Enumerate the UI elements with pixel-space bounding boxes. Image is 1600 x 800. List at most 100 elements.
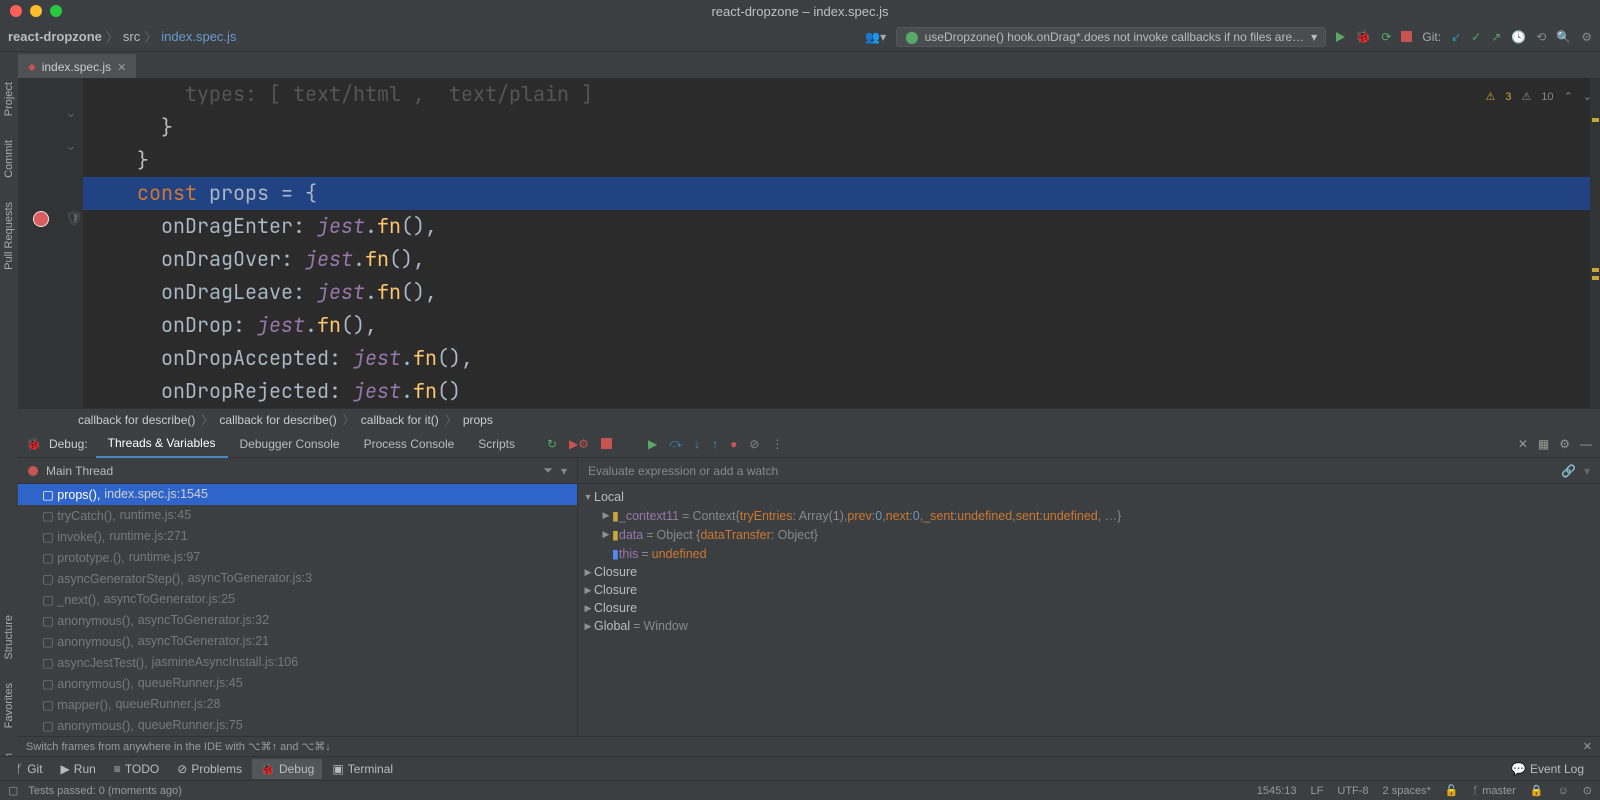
commit-tool[interactable]: Commit <box>3 140 15 178</box>
rerun-icon[interactable]: ↻ <box>547 437 557 451</box>
fold-icon[interactable]: ⌄ <box>65 137 77 154</box>
search-icon[interactable]: 🔍 <box>1556 30 1571 44</box>
variable-node[interactable]: ▶Closure <box>578 599 1600 617</box>
terminal-tool[interactable]: ▣ Terminal <box>324 759 401 779</box>
breadcrumb[interactable]: react-dropzone 〉 src 〉 index.spec.js <box>8 27 236 46</box>
zoom-window-icon[interactable] <box>50 5 62 17</box>
tool-window-icon[interactable]: ▢ <box>8 784 18 797</box>
filter-icon[interactable]: ⏷ <box>543 463 553 478</box>
lock-icon[interactable]: 🔒 <box>1530 784 1544 797</box>
shield-icon[interactable]: 🛡 <box>65 210 83 227</box>
git-history-icon[interactable]: 🕓 <box>1511 30 1526 44</box>
fold-icon[interactable]: ⌄ <box>65 104 77 121</box>
more-icon[interactable]: ⋮ <box>771 437 783 451</box>
memory-icon[interactable]: ⊙ <box>1583 784 1592 797</box>
tab-debugger-console[interactable]: Debugger Console <box>228 431 352 457</box>
breadcrumb-project[interactable]: react-dropzone <box>8 29 102 44</box>
editor-breadcrumb[interactable]: callback for describe()〉 callback for de… <box>18 408 1600 430</box>
run-icon[interactable] <box>1336 32 1345 42</box>
step-out-icon[interactable]: ↑ <box>712 437 718 451</box>
stack-frame[interactable]: ▢ tryCatch(), runtime.js:45 <box>18 505 577 526</box>
layout-icon[interactable]: ▦ <box>1538 437 1549 451</box>
stop-icon[interactable] <box>601 438 612 449</box>
run-configuration-selector[interactable]: ⬤ useDropzone() hook.onDrag*.does not in… <box>896 27 1326 47</box>
breadcrumb-file[interactable]: index.spec.js <box>161 29 236 44</box>
code-area[interactable]: types: [ text/html , text/plain ] } } co… <box>83 78 1600 408</box>
minimize-window-icon[interactable] <box>30 5 42 17</box>
problems-tool[interactable]: ⊘ Problems <box>169 759 250 779</box>
breakpoint-icon[interactable] <box>33 211 49 227</box>
tab-scripts[interactable]: Scripts <box>466 431 527 457</box>
line-separator[interactable]: LF <box>1311 785 1324 797</box>
stack-frame[interactable]: ▢ prototype.(), runtime.js:97 <box>18 547 577 568</box>
debug-icon[interactable]: 🐞 <box>1355 29 1371 45</box>
user-icon[interactable]: 👥▾ <box>865 30 886 44</box>
ide-status-icon[interactable]: ☺ <box>1558 785 1569 797</box>
file-encoding[interactable]: UTF-8 <box>1337 785 1368 797</box>
stack-frame[interactable]: ▢ _next(), asyncToGenerator.js:25 <box>18 589 577 610</box>
tab-threads-variables[interactable]: Threads & Variables <box>96 430 228 458</box>
readonly-icon[interactable]: 🔓 <box>1445 784 1459 797</box>
gear-icon[interactable]: ⚙ <box>1559 437 1570 451</box>
frames-list[interactable]: ▢ props(), index.spec.js:1545▢ tryCatch(… <box>18 484 577 756</box>
close-icon[interactable]: ✕ <box>1583 740 1592 753</box>
file-tab[interactable]: ◆ index.spec.js ✕ <box>18 54 136 78</box>
git-commit-icon[interactable]: ✓ <box>1471 30 1481 44</box>
variable-node[interactable]: ▶Global = Window <box>578 617 1600 635</box>
stack-frame[interactable]: ▢ anonymous(), asyncToGenerator.js:32 <box>18 610 577 631</box>
thread-selector[interactable]: Main Thread ⏷ ▾ <box>18 458 577 484</box>
git-rollback-icon[interactable]: ⟲ <box>1536 30 1546 44</box>
close-window-icon[interactable] <box>10 5 22 17</box>
coverage-icon[interactable]: ⟳ <box>1381 30 1391 44</box>
event-log-tool[interactable]: 💬 Event Log <box>1503 759 1592 779</box>
chevron-down-icon[interactable]: ▾ <box>1584 464 1590 478</box>
git-update-icon[interactable]: ↙ <box>1451 30 1461 44</box>
stop-icon[interactable] <box>1401 31 1412 42</box>
hide-icon[interactable]: — <box>1580 437 1592 451</box>
close-tab-icon[interactable]: ✕ <box>117 61 126 74</box>
git-branch[interactable]: ᚶ master <box>1473 785 1516 797</box>
resume-icon[interactable]: ▶ <box>648 437 657 451</box>
link-icon[interactable]: 🔗 <box>1561 464 1576 478</box>
variable-node[interactable]: ▮ this = undefined <box>578 544 1600 563</box>
modify-run-icon[interactable]: ▶⚙ <box>569 437 589 451</box>
debug-tool[interactable]: 🐞 Debug <box>252 759 322 779</box>
minimap[interactable] <box>1590 78 1600 408</box>
stack-frame[interactable]: ▢ mapper(), queueRunner.js:28 <box>18 694 577 715</box>
git-push-icon[interactable]: ↗ <box>1491 30 1501 44</box>
view-breakpoints-icon[interactable]: ● <box>730 437 737 451</box>
run-tool[interactable]: ▶ Run <box>53 759 104 779</box>
pull-requests-tool[interactable]: Pull Requests <box>3 202 15 270</box>
indent-setting[interactable]: 2 spaces* <box>1383 785 1431 797</box>
breadcrumb-folder[interactable]: src <box>123 29 140 44</box>
variables-tree[interactable]: ▼Local▶▮ _context11 = Context {tryEntrie… <box>578 484 1600 756</box>
stack-frame[interactable]: ▢ asyncJestTest(), jasmineAsyncInstall.j… <box>18 652 577 673</box>
variable-node[interactable]: ▼Local <box>578 488 1600 506</box>
step-over-icon[interactable]: ⤼ <box>669 436 682 451</box>
todo-tool[interactable]: ≡ TODO <box>106 759 167 779</box>
variable-node[interactable]: ▶▮ data = Object {dataTransfer: Object} <box>578 525 1600 544</box>
step-into-icon[interactable]: ↓ <box>694 437 700 451</box>
tab-process-console[interactable]: Process Console <box>352 431 467 457</box>
stack-frame[interactable]: ▢ anonymous(), queueRunner.js:45 <box>18 673 577 694</box>
gear-icon[interactable]: ⚙ <box>1581 30 1592 44</box>
close-icon[interactable]: ✕ <box>1518 437 1528 451</box>
variable-node[interactable]: ▶Closure <box>578 563 1600 581</box>
stack-frame[interactable]: ▢ invoke(), runtime.js:271 <box>18 526 577 547</box>
chevron-down-icon[interactable]: ▾ <box>561 464 567 478</box>
stack-frame[interactable]: ▢ anonymous(), asyncToGenerator.js:21 <box>18 631 577 652</box>
gutter[interactable]: ⌄ ⌄ 🛡 <box>18 78 83 408</box>
stack-frame[interactable]: ▢ anonymous(), queueRunner.js:75 <box>18 715 577 736</box>
caret-position[interactable]: 1545:13 <box>1257 785 1297 797</box>
structure-tool[interactable]: Structure <box>3 615 15 660</box>
mute-breakpoints-icon[interactable]: ⊘ <box>749 437 759 451</box>
git-tool[interactable]: ᚶ Git <box>8 759 51 779</box>
variable-node[interactable]: ▶▮ _context11 = Context {tryEntries: Arr… <box>578 506 1600 525</box>
stack-frame[interactable]: ▢ props(), index.spec.js:1545 <box>18 484 577 505</box>
eval-input[interactable]: Evaluate expression or add a watch <box>588 464 1561 478</box>
editor[interactable]: ⌄ ⌄ 🛡 ⚠3 ⚠10 ⌃ ⌄ types: [ text/html , te… <box>18 78 1600 408</box>
project-tool[interactable]: Project <box>3 82 15 116</box>
stack-frame[interactable]: ▢ asyncGeneratorStep(), asyncToGenerator… <box>18 568 577 589</box>
favorites-tool[interactable]: Favorites <box>3 683 15 728</box>
variable-node[interactable]: ▶Closure <box>578 581 1600 599</box>
